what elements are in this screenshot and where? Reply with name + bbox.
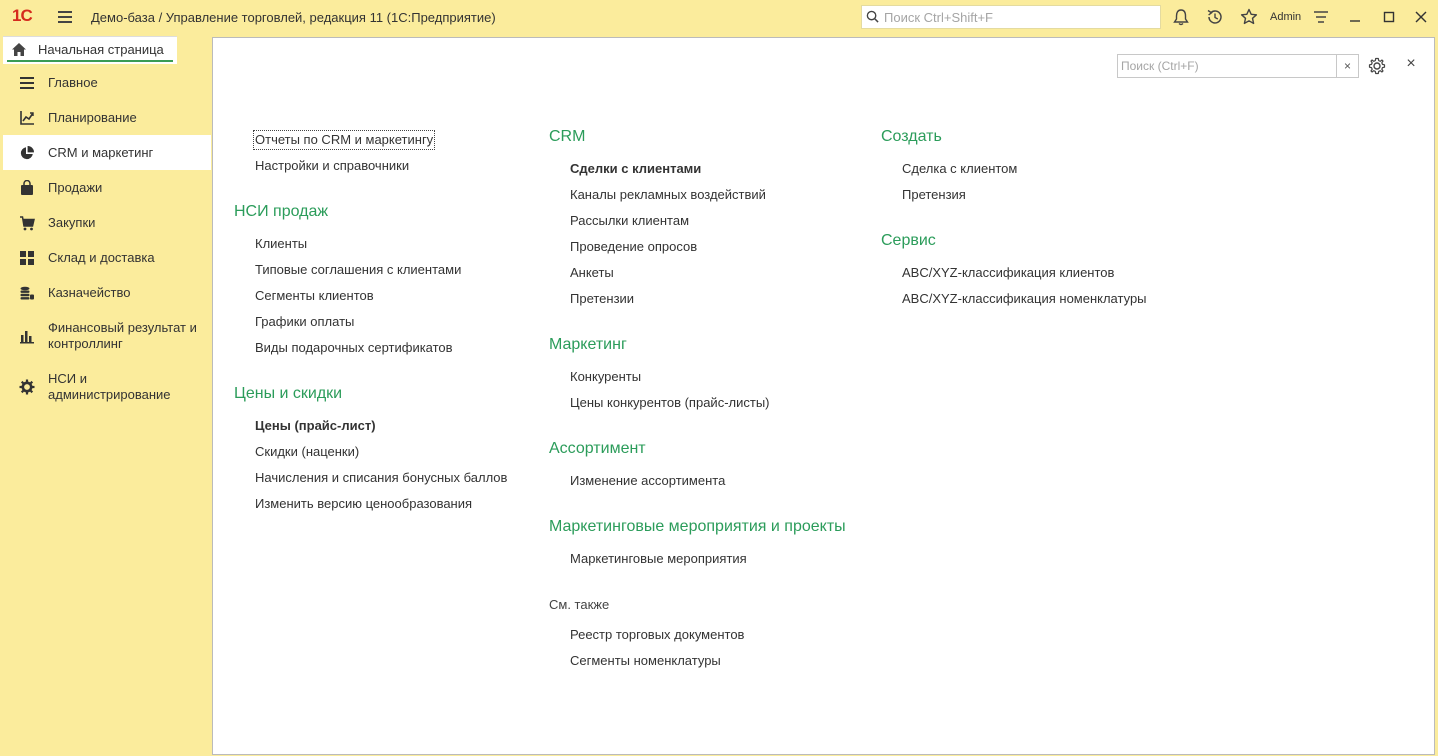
- sidebar-item-nsi-admin[interactable]: НСИ и администрирование: [3, 365, 211, 410]
- gear-icon[interactable]: [1368, 57, 1386, 75]
- sidebar-item-label: Склад и доставка: [48, 250, 155, 265]
- close-icon[interactable]: [1411, 7, 1431, 27]
- sidebar-item-treasury[interactable]: Казначейство: [3, 275, 211, 310]
- sidebar-item-label: Финансовый результат и контроллинг: [48, 320, 197, 351]
- link-client-mailings[interactable]: Рассылки клиентам: [570, 213, 689, 229]
- link-price-list[interactable]: Цены (прайс-лист): [255, 418, 376, 434]
- section-title-crm: CRM: [549, 128, 586, 145]
- link-surveys[interactable]: Проведение опросов: [570, 239, 697, 255]
- sidebar-item-warehouse[interactable]: Склад и доставка: [3, 240, 211, 275]
- link-create-claim[interactable]: Претензия: [902, 187, 966, 203]
- sidebar-item-financial-result[interactable]: Финансовый результат и контроллинг: [3, 310, 211, 360]
- link-pricing-version[interactable]: Изменить версию ценообразования: [255, 496, 472, 512]
- global-search-box[interactable]: [861, 5, 1161, 29]
- sidebar-item-label: НСИ и администрирование: [48, 371, 171, 402]
- link-payment-schedules[interactable]: Графики оплаты: [255, 314, 354, 330]
- sidebar-item-label: CRM и маркетинг: [48, 145, 154, 160]
- 1c-logo: 1С: [12, 6, 33, 25]
- maximize-icon[interactable]: [1379, 7, 1399, 27]
- sidebar-item-main[interactable]: Главное: [3, 65, 211, 100]
- coins-icon: [20, 286, 34, 300]
- section-title-prices: Цены и скидки: [234, 385, 343, 402]
- user-name[interactable]: Admin: [1270, 11, 1301, 23]
- link-ad-channels[interactable]: Каналы рекламных воздействий: [570, 187, 766, 203]
- bag-icon: [21, 180, 33, 195]
- sidebar-item-sales[interactable]: Продажи: [3, 170, 211, 205]
- sidebar-item-label: Казначейство: [48, 285, 131, 300]
- sidebar-item-planning[interactable]: Планирование: [3, 100, 211, 135]
- see-also-title: См. также: [549, 597, 610, 612]
- link-competitor-prices[interactable]: Цены конкурентов (прайс-листы): [570, 395, 770, 411]
- form-search-input[interactable]: [1121, 58, 1333, 74]
- global-search-input[interactable]: [884, 8, 1154, 26]
- title-bar: 1С Демо-база / Управление торговлей, ред…: [0, 0, 1438, 35]
- search-icon: [866, 10, 879, 23]
- sidebar-item-crm[interactable]: CRM и маркетинг: [3, 135, 211, 170]
- form-search-box[interactable]: ×: [1117, 54, 1359, 78]
- section-title-nsi-sales: НСИ продаж: [234, 203, 329, 220]
- link-client-segments[interactable]: Сегменты клиентов: [255, 288, 374, 304]
- app-title: Демо-база / Управление торговлей, редакц…: [91, 10, 496, 25]
- menu-icon[interactable]: [55, 8, 75, 28]
- link-crm-reports[interactable]: Отчеты по CRM и маркетингу: [252, 130, 436, 150]
- list-icon: [20, 77, 34, 89]
- sections-panel: Главное Планирование CRM и маркетинг Про…: [3, 65, 211, 756]
- planning-chart-icon: [20, 111, 34, 125]
- link-bonus-points[interactable]: Начисления и списания бонусных баллов: [255, 470, 507, 486]
- section-title-assortment: Ассортимент: [549, 440, 646, 457]
- cart-icon: [20, 216, 35, 231]
- link-nomenclature-segments[interactable]: Сегменты номенклатуры: [570, 653, 721, 669]
- tab-home-page[interactable]: Начальная страница: [3, 36, 177, 64]
- link-questionnaires[interactable]: Анкеты: [570, 265, 614, 281]
- close-form-button[interactable]: ×: [1403, 56, 1419, 72]
- settings-lines-icon[interactable]: [1311, 7, 1331, 27]
- clear-search-button[interactable]: ×: [1336, 55, 1358, 77]
- warehouse-grid-icon: [20, 251, 34, 265]
- bell-icon[interactable]: [1171, 7, 1191, 27]
- link-clients[interactable]: Клиенты: [255, 236, 307, 252]
- link-abc-nomenclature[interactable]: ABC/XYZ-классификация номенклатуры: [902, 291, 1147, 307]
- link-marketing-events[interactable]: Маркетинговые мероприятия: [570, 551, 747, 567]
- home-icon: [12, 43, 26, 56]
- sidebar-item-label: Планирование: [48, 110, 137, 125]
- link-gift-certificates[interactable]: Виды подарочных сертификатов: [255, 340, 453, 356]
- link-typical-agreements[interactable]: Типовые соглашения с клиентами: [255, 262, 461, 278]
- bar-chart-icon: [20, 331, 34, 344]
- link-discounts[interactable]: Скидки (наценки): [255, 444, 359, 460]
- section-content: × × Отчеты по CRM и маркетингу Настройки…: [212, 37, 1435, 755]
- link-client-deals[interactable]: Сделки с клиентами: [570, 161, 701, 177]
- sidebar-item-label: Главное: [48, 75, 98, 90]
- link-abc-clients[interactable]: ABC/XYZ-классификация клиентов: [902, 265, 1114, 281]
- section-title-service: Сервис: [881, 232, 936, 249]
- section-title-marketing-events: Маркетинговые мероприятия и проекты: [549, 518, 846, 535]
- section-title-create: Создать: [881, 128, 942, 145]
- section-title-marketing: Маркетинг: [549, 336, 627, 353]
- sidebar-item-purchases[interactable]: Закупки: [3, 205, 211, 240]
- sidebar-item-label: Закупки: [48, 215, 96, 230]
- pie-chart-icon: [20, 145, 35, 160]
- sidebar-item-label: Продажи: [48, 180, 103, 195]
- minimize-icon[interactable]: [1345, 7, 1365, 27]
- link-trade-documents[interactable]: Реестр торговых документов: [570, 627, 744, 643]
- history-icon[interactable]: [1205, 7, 1225, 27]
- link-settings-refs[interactable]: Настройки и справочники: [255, 158, 409, 174]
- tab-home-label: Начальная страница: [38, 42, 164, 57]
- link-create-deal[interactable]: Сделка с клиентом: [902, 161, 1017, 177]
- active-tab-indicator: [7, 60, 173, 62]
- link-competitors[interactable]: Конкуренты: [570, 369, 641, 385]
- link-assortment-change[interactable]: Изменение ассортимента: [570, 473, 725, 489]
- star-icon[interactable]: [1239, 7, 1259, 27]
- link-claims[interactable]: Претензии: [570, 291, 634, 307]
- gear-icon: [19, 379, 35, 395]
